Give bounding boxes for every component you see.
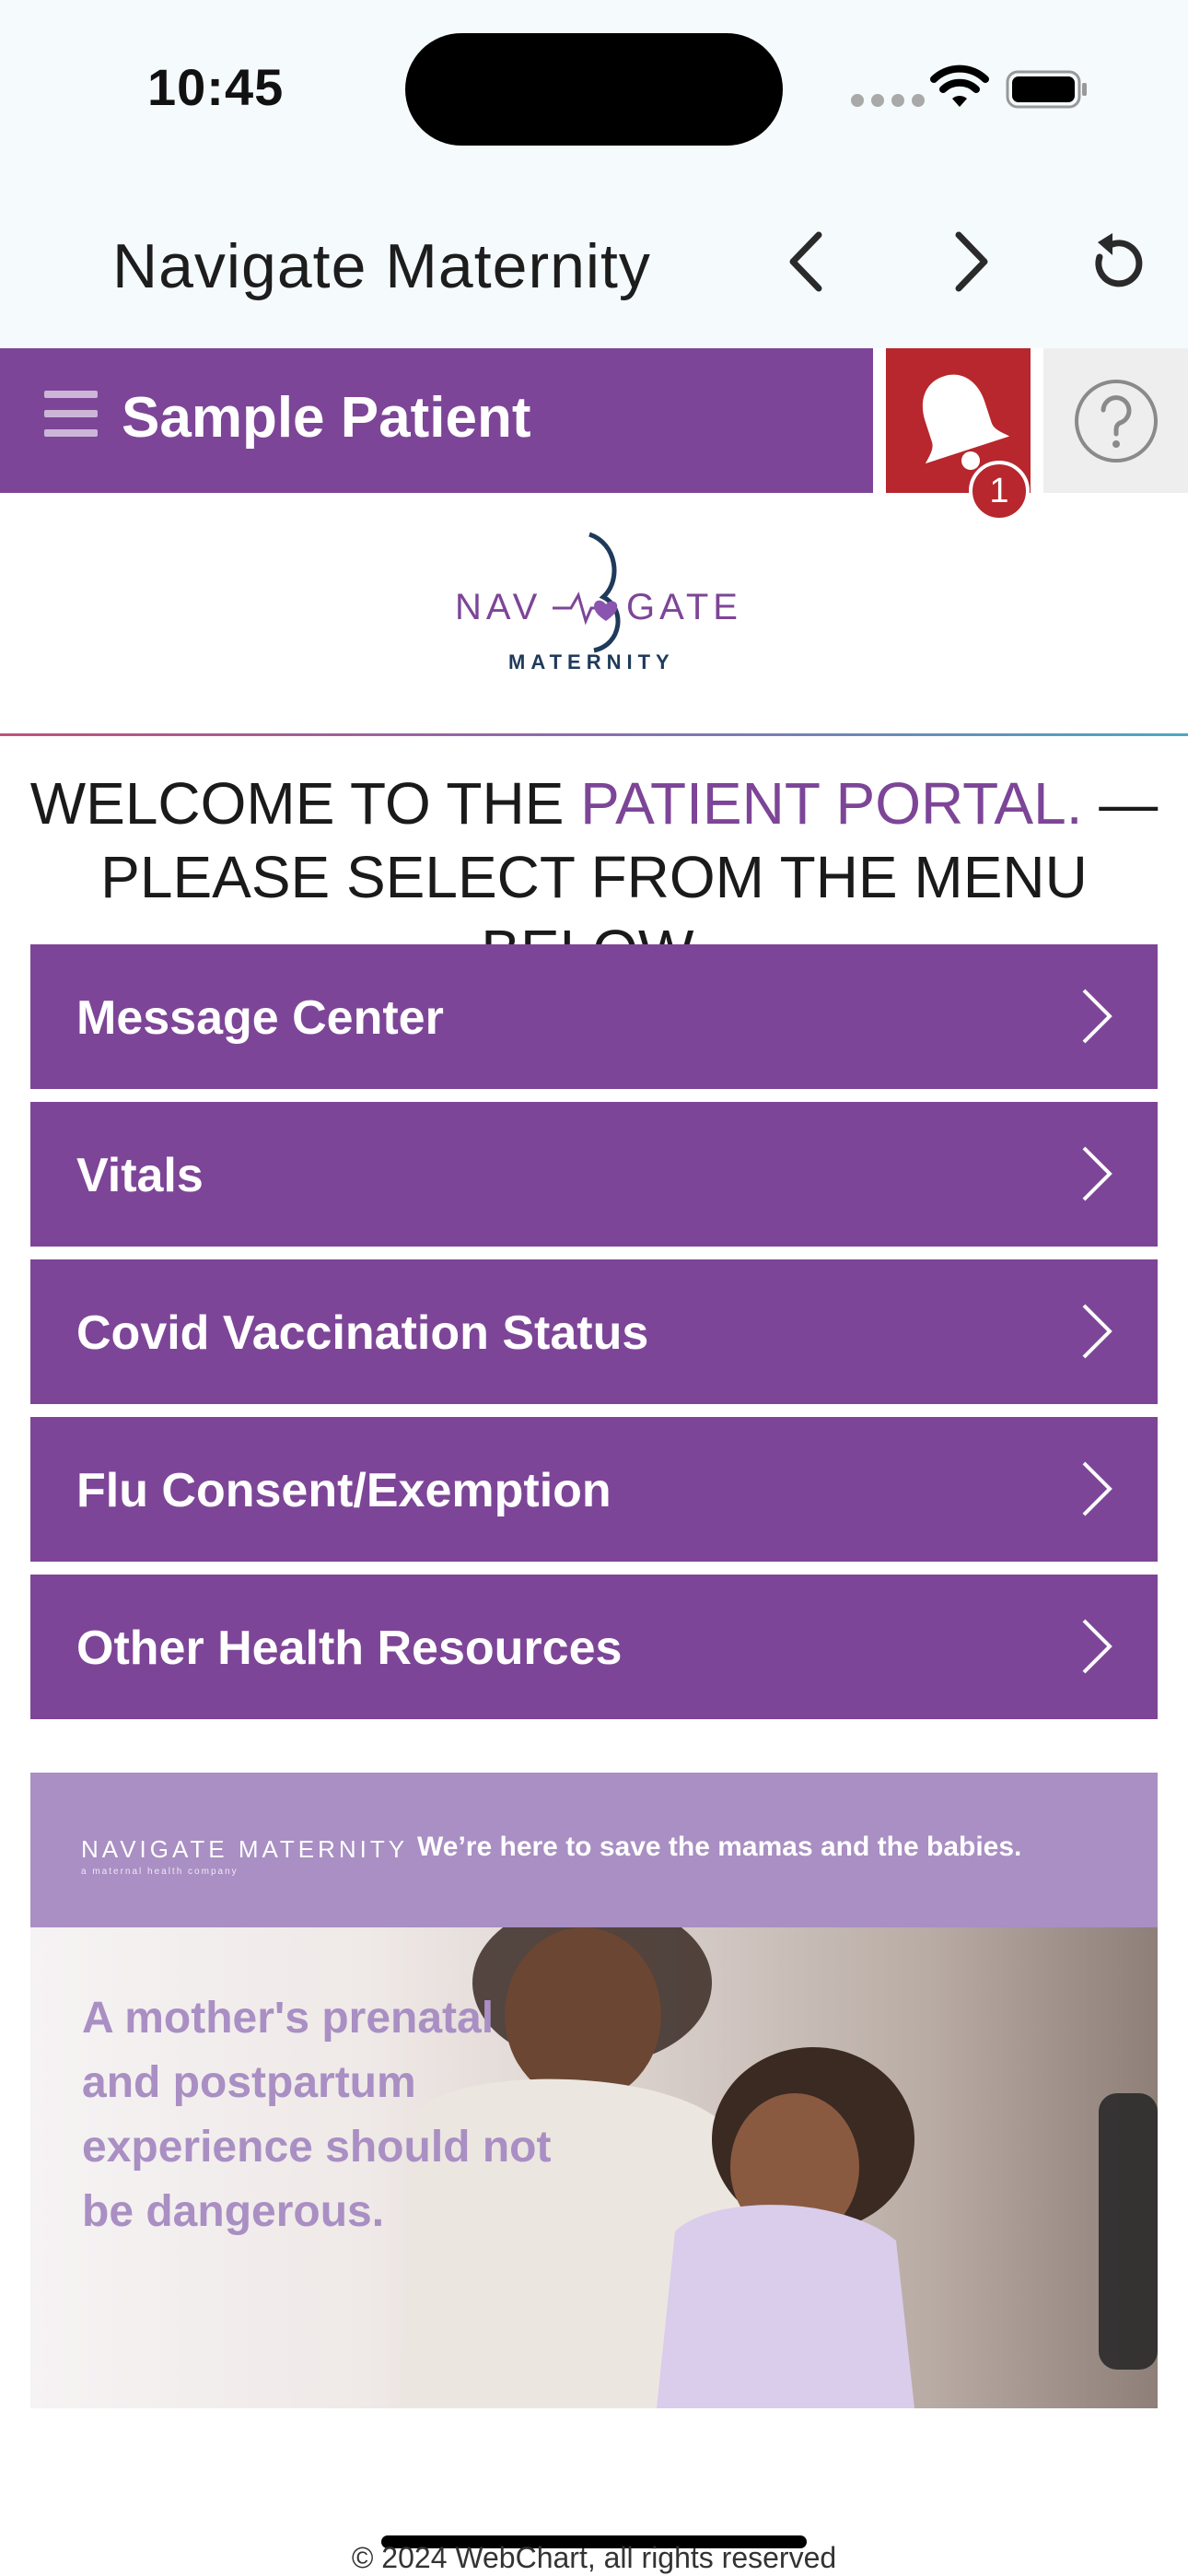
help-button[interactable] (1043, 348, 1188, 493)
menu-item-other-health-resources[interactable]: Other Health Resources (30, 1575, 1158, 1719)
banner-header: NAVIGATE MATERNITY a maternal health com… (30, 1773, 1158, 1927)
mother-and-child-photo: A mother's prenatal and postpartum exper… (30, 1927, 1158, 2408)
chevron-right-icon (955, 231, 988, 292)
banner-brand: NAVIGATE MATERNITY (81, 1835, 409, 1863)
chevron-right-icon (1082, 1146, 1112, 1201)
app-title: Navigate Maternity (112, 231, 651, 301)
app-navbar: Navigate Maternity (0, 175, 1188, 348)
chevron-right-icon (1082, 1304, 1112, 1359)
menu-item-label: Other Health Resources (76, 1622, 623, 1675)
chevron-left-icon (789, 231, 822, 292)
welcome-line-1: WELCOME TO THE PATIENT PORTAL. — (29, 770, 1159, 837)
logo-left-text: NAV (455, 587, 542, 627)
question-icon (1074, 379, 1158, 463)
promo-banner: NAVIGATE MATERNITY a maternal health com… (30, 1773, 1158, 2408)
menu-item-message-center[interactable]: Message Center (30, 944, 1158, 1089)
forward-button[interactable] (925, 216, 1017, 308)
wifi-icon (930, 64, 989, 107)
back-button[interactable] (761, 216, 853, 308)
logo-right-text: GATE (626, 587, 742, 627)
hamburger-menu-icon[interactable] (44, 391, 98, 437)
status-time: 10:45 (147, 58, 285, 116)
menu-item-label: Flu Consent/Exemption (76, 1464, 611, 1517)
dynamic-island (405, 33, 783, 146)
reload-button[interactable] (1068, 216, 1160, 308)
menu-item-label: Message Center (76, 991, 444, 1045)
status-bar: 10:45 (0, 0, 1188, 175)
gradient-divider (0, 733, 1188, 736)
navigate-maternity-logo: NAV GATE MATERNITY (442, 525, 755, 691)
patient-header: Sample Patient (0, 348, 873, 493)
menu-item-vitals[interactable]: Vitals (30, 1102, 1158, 1247)
patient-name[interactable]: Sample Patient (122, 385, 530, 451)
chevron-right-icon (1082, 989, 1112, 1044)
menu-item-flu-consent-exemption[interactable]: Flu Consent/Exemption (30, 1417, 1158, 1562)
menu-item-covid-vaccination-status[interactable]: Covid Vaccination Status (30, 1259, 1158, 1404)
banner-tagline: We’re here to save the mamas and the bab… (417, 1832, 1022, 1862)
logo-subtext: MATERNITY (508, 650, 675, 673)
battery-icon (1006, 70, 1087, 109)
banner-headline: A mother's prenatal and postpartum exper… (82, 1994, 552, 2236)
menu-item-label: Vitals (76, 1149, 204, 1202)
banner-brand-sub: a maternal health company (81, 1867, 239, 1877)
copyright-text: © 2024 WebChart, all rights reserved (351, 2541, 837, 2574)
cellular-signal-icon (851, 94, 925, 107)
chevron-right-icon (1082, 1461, 1112, 1516)
welcome-accent: PATIENT PORTAL. (580, 770, 1083, 837)
reload-icon (1095, 233, 1143, 287)
portal-menu: Message Center Vitals Covid Vaccination … (30, 944, 1158, 1732)
chevron-right-icon (1082, 1619, 1112, 1674)
notification-badge: 1 (969, 461, 1030, 521)
menu-item-label: Covid Vaccination Status (76, 1306, 649, 1360)
